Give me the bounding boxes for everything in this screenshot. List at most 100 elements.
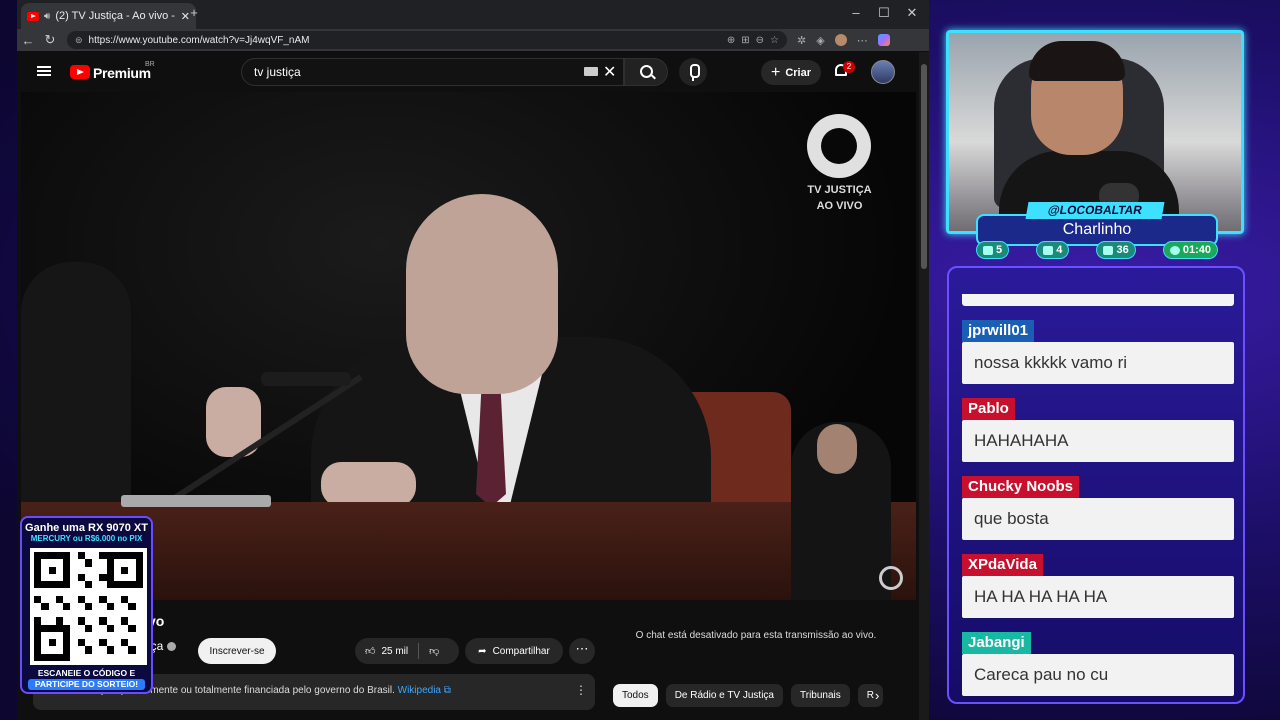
back-icon[interactable]: ← <box>17 33 39 48</box>
minimize-icon[interactable]: – <box>841 5 871 20</box>
clock-icon <box>1169 245 1180 255</box>
chat-text: HAHAHAHA <box>962 420 1234 462</box>
qr-code-icon <box>30 548 147 665</box>
speaker-icon[interactable]: 🔊︎ <box>44 11 50 22</box>
dislike-button[interactable]: 👎︎ <box>419 638 449 664</box>
wikipedia-link[interactable]: Wikipedia <box>398 685 441 696</box>
search-button[interactable] <box>624 58 668 86</box>
giveaway-promo: Ganhe uma RX 9070 XT MERCURY ou R$6.000 … <box>20 516 153 694</box>
hamburger-menu-icon[interactable] <box>37 66 51 76</box>
youtube-header: Premium BR tv justiça ✕ + Criar 2 <box>17 52 919 92</box>
like-count: 25 mil <box>381 645 409 657</box>
chat-message: XPdaVida HA HA HA HA HA <box>962 554 1234 618</box>
tab-bar: 🔊︎ (2) TV Justiça - Ao vivo - You ✕ + – … <box>17 0 929 29</box>
search-input[interactable]: tv justiça <box>241 58 624 86</box>
promo-scan-text: ESCANEIE O CÓDIGO E <box>37 668 136 678</box>
site-info-icon[interactable]: ⊜ <box>75 35 83 46</box>
keyboard-icon[interactable] <box>584 67 598 76</box>
video-player[interactable]: TV JUSTIÇA AO VIVO <box>21 92 916 600</box>
chat-username: Jabangi <box>962 632 1031 654</box>
chat-message: jprwill01 nossa kkkkk vamo ri <box>962 320 1234 384</box>
new-tab-icon[interactable]: + <box>179 5 209 20</box>
stream-timer: 01:40 <box>1162 241 1218 259</box>
page-scrollbar[interactable] <box>919 52 929 720</box>
tv-justica-logo-icon <box>807 114 871 178</box>
like-button[interactable]: 👍︎ 25 mil <box>355 638 418 664</box>
microphone-head-shape <box>261 372 351 386</box>
chat-username: Chucky Noobs <box>962 476 1080 498</box>
chat-username: Pablo <box>962 398 1015 420</box>
share-button[interactable]: ➦ Compartilhar <box>465 638 563 664</box>
voice-search-icon[interactable] <box>679 58 707 86</box>
create-button[interactable]: + Criar <box>761 60 821 85</box>
youtube-viewers: 4 <box>1036 241 1070 259</box>
youtube-icon <box>1043 245 1054 255</box>
youtube-logo-icon[interactable] <box>70 65 90 79</box>
thumbs-down-icon: 👎︎ <box>429 646 440 657</box>
chat-message: Chucky Noobs que bosta <box>962 476 1234 540</box>
browser-tab[interactable]: 🔊︎ (2) TV Justiça - Ao vivo - You ✕ <box>21 3 196 29</box>
region-code: BR <box>145 61 155 68</box>
streamer-hair-shape <box>1029 41 1125 81</box>
chip-todos[interactable]: Todos <box>613 684 658 707</box>
twitch-count: 5 <box>996 244 1003 256</box>
account-avatar[interactable] <box>871 60 895 84</box>
create-label: Criar <box>785 66 812 79</box>
more-actions-icon[interactable]: ⋯ <box>569 638 595 664</box>
scrollbar-thumb[interactable] <box>921 64 927 269</box>
chip-tribunais[interactable]: Tribunais <box>791 684 850 707</box>
browser-window: 🔊︎ (2) TV Justiça - Ao vivo - You ✕ + – … <box>17 0 929 720</box>
twitch-icon <box>983 245 993 255</box>
close-window-icon[interactable]: ✕ <box>897 5 927 21</box>
chevron-right-icon[interactable]: › <box>875 688 879 703</box>
youtube-favicon-icon <box>27 11 39 21</box>
url-text: https://www.youtube.com/watch?v=Jj4wqVF_… <box>88 34 310 46</box>
notification-badge: 2 <box>843 61 855 73</box>
kick-viewers: 36 <box>1096 241 1136 259</box>
clear-search-icon[interactable]: ✕ <box>603 62 616 82</box>
promo-subline: MERCURY ou R$6.000 no PIX <box>30 534 143 543</box>
speaker-head-shape <box>406 194 558 394</box>
extension-icon[interactable]: ◈ <box>816 34 824 47</box>
chat-text: HA HA HA HA HA <box>962 576 1234 618</box>
timer-value: 01:40 <box>1182 244 1211 256</box>
chat-message: Jabangi Careca pau no cu <box>962 632 1234 696</box>
live-overlay-text: TV JUSTIÇA AO VIVO <box>792 182 887 214</box>
copilot-icon[interactable] <box>877 33 890 46</box>
share-label: Compartilhar <box>492 645 550 657</box>
chat-text: nossa kkkkk vamo ri <box>962 342 1234 384</box>
viewer-stats: 5 4 36 01:40 <box>976 241 1218 259</box>
overlay-channel-name: TV JUSTIÇA <box>807 184 872 196</box>
promo-participate-text: PARTICIPE DO SORTEIO! <box>28 679 145 690</box>
bookmark-star-icon[interactable]: ☆ <box>770 35 779 46</box>
chat-message: Pablo HAHAHAHA <box>962 398 1234 462</box>
podium-shape <box>21 502 916 600</box>
subscribe-button[interactable]: Inscrever-se <box>198 638 276 664</box>
info-more-icon[interactable]: ⋮ <box>575 683 587 697</box>
chip-radio-tv-justica[interactable]: De Rádio e TV Justiça <box>665 684 783 707</box>
chat-username: XPdaVida <box>962 554 1043 576</box>
maximize-icon[interactable]: ☐ <box>869 5 899 21</box>
like-dislike-group: 👍︎ 25 mil 👎︎ <box>355 638 459 664</box>
radio-tv-justica-watermark-icon <box>879 566 903 590</box>
kick-count: 36 <box>1116 244 1129 256</box>
url-field[interactable]: ⊜ https://www.youtube.com/watch?v=Jj4wqV… <box>67 31 787 49</box>
streamer-handle: @LOCOBALTAR <box>1025 202 1165 219</box>
share-icon: ➦ <box>478 645 487 657</box>
hand-shape <box>321 462 416 507</box>
chat-disabled-message: O chat está desativado para esta transmi… <box>635 630 877 641</box>
reload-icon[interactable]: ↻ <box>39 32 61 48</box>
twitch-viewers: 5 <box>976 241 1010 259</box>
zoom-icon[interactable]: ⊖ <box>756 35 764 46</box>
external-link-icon: ⧉ <box>443 685 451 696</box>
papers-shape <box>121 495 271 507</box>
plus-icon: + <box>770 63 781 81</box>
youtube-count: 4 <box>1056 244 1063 256</box>
youtube-wordmark[interactable]: Premium <box>93 65 151 81</box>
extensions-icon[interactable]: ✲ <box>797 34 806 47</box>
profile-icon[interactable] <box>834 33 847 46</box>
translate-icon[interactable]: ⊕ <box>727 35 735 46</box>
address-bar: ← ↻ ⊜ https://www.youtube.com/watch?v=Jj… <box>17 29 929 51</box>
apps-icon[interactable]: ⊞ <box>741 35 749 46</box>
browser-menu-icon[interactable]: ⋯ <box>857 34 868 47</box>
